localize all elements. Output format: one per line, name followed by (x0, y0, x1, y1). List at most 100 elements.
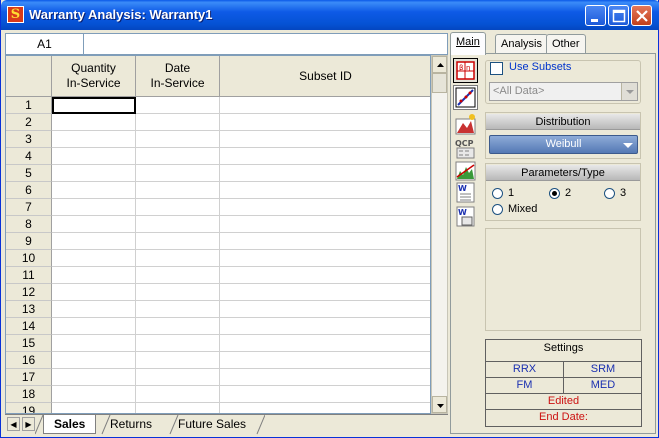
grid-cell[interactable] (136, 335, 220, 352)
grid-cell[interactable] (52, 284, 136, 301)
grid-cell[interactable] (52, 352, 136, 369)
param-radio-mixed[interactable] (492, 204, 503, 215)
selected-cell[interactable] (52, 97, 136, 114)
scroll-thumb[interactable] (432, 73, 447, 93)
grid-cell[interactable] (220, 352, 430, 369)
row-header[interactable]: 3 (6, 131, 52, 148)
row-header[interactable]: 8 (6, 216, 52, 233)
grid-cell[interactable] (220, 267, 430, 284)
grid-cell[interactable] (220, 386, 430, 403)
settings-rrx[interactable]: RRX (486, 362, 564, 377)
row-header[interactable]: 9 (6, 233, 52, 250)
param-radio-1[interactable] (492, 188, 503, 199)
column-header-subset-id[interactable]: Subset ID (220, 56, 430, 97)
grid-cell[interactable] (136, 114, 220, 131)
grid-cell[interactable] (52, 335, 136, 352)
row-header[interactable]: 2 (6, 114, 52, 131)
mountain-chart-button[interactable] (453, 112, 478, 137)
row-header[interactable]: 14 (6, 318, 52, 335)
beta-table-button[interactable]: β η (453, 58, 478, 83)
grid-cell[interactable] (220, 165, 430, 182)
tab-analysis[interactable]: Analysis (495, 34, 548, 54)
cell-reference-box[interactable]: A1 (6, 34, 84, 54)
grid-cell[interactable] (52, 199, 136, 216)
grid-cell[interactable] (220, 131, 430, 148)
grid-cell[interactable] (220, 233, 430, 250)
grid-cell[interactable] (220, 318, 430, 335)
param-radio-2[interactable] (549, 188, 560, 199)
grid-cell[interactable] (136, 182, 220, 199)
weibull-export-button[interactable]: W (453, 180, 478, 205)
grid-cell[interactable] (136, 369, 220, 386)
weibull-report-button[interactable]: W (453, 204, 478, 229)
combo-dropdown-button[interactable] (621, 83, 637, 100)
grid-cell[interactable] (136, 267, 220, 284)
grid-cell[interactable] (220, 148, 430, 165)
vertical-scrollbar[interactable] (431, 55, 448, 414)
settings-srm[interactable]: SRM (564, 362, 642, 377)
row-header[interactable]: 10 (6, 250, 52, 267)
settings-med[interactable]: MED (564, 378, 642, 393)
use-subsets-label[interactable]: Use Subsets (507, 61, 574, 73)
row-header[interactable]: 17 (6, 369, 52, 386)
row-header[interactable]: 19 (6, 403, 52, 413)
grid-cell[interactable] (220, 335, 430, 352)
grid-cell[interactable] (136, 403, 220, 413)
subset-combo[interactable]: <All Data> (489, 82, 638, 101)
grid-cell[interactable] (220, 301, 430, 318)
grid-cell[interactable] (220, 97, 430, 114)
grid-cell[interactable] (52, 233, 136, 250)
row-header[interactable]: 13 (6, 301, 52, 318)
grid-cell[interactable] (52, 318, 136, 335)
grid-cell[interactable] (52, 148, 136, 165)
grid-cell[interactable] (52, 250, 136, 267)
grid-cell[interactable] (220, 403, 430, 413)
grid-cell[interactable] (136, 386, 220, 403)
grid-cell[interactable] (136, 301, 220, 318)
grid-cell[interactable] (52, 301, 136, 318)
close-button[interactable] (631, 5, 652, 26)
app-icon[interactable]: S (7, 6, 24, 23)
row-header[interactable]: 12 (6, 284, 52, 301)
grid-cell[interactable] (220, 182, 430, 199)
grid-cell[interactable] (136, 352, 220, 369)
grid-cell[interactable] (136, 250, 220, 267)
grid-cell[interactable] (220, 199, 430, 216)
grid-cell[interactable] (52, 165, 136, 182)
minimize-button[interactable] (585, 5, 606, 26)
grid-cell[interactable] (52, 131, 136, 148)
tab-other[interactable]: Other (546, 34, 586, 54)
grid-cell[interactable] (220, 216, 430, 233)
scroll-up-button[interactable] (432, 56, 447, 73)
row-header[interactable]: 15 (6, 335, 52, 352)
grid-cell[interactable] (136, 131, 220, 148)
grid-cell[interactable] (52, 114, 136, 131)
row-header[interactable]: 5 (6, 165, 52, 182)
grid-cell[interactable] (136, 165, 220, 182)
grid-cell[interactable] (52, 267, 136, 284)
row-header[interactable]: 18 (6, 386, 52, 403)
formula-input[interactable] (85, 34, 447, 54)
row-header[interactable]: 7 (6, 199, 52, 216)
sheet-nav-prev-button[interactable]: ◀ (7, 417, 20, 431)
grid-cell[interactable] (136, 318, 220, 335)
tab-main[interactable]: Main (450, 32, 486, 55)
maximize-button[interactable] (608, 5, 629, 26)
corner-header[interactable] (6, 56, 52, 97)
column-header-date[interactable]: Date In-Service (136, 56, 220, 97)
row-header[interactable]: 16 (6, 352, 52, 369)
grid-cell[interactable] (136, 199, 220, 216)
sheet-nav-next-button[interactable]: ▶ (22, 417, 35, 431)
grid-cell[interactable] (220, 250, 430, 267)
grid-cell[interactable] (136, 216, 220, 233)
distribution-dropdown[interactable]: Weibull (489, 135, 638, 154)
grid-cell[interactable] (136, 148, 220, 165)
grid-cell[interactable] (52, 403, 136, 413)
grid-cell[interactable] (220, 284, 430, 301)
grid-cell[interactable] (52, 182, 136, 199)
row-header[interactable]: 1 (6, 97, 52, 114)
grid-cell[interactable] (52, 386, 136, 403)
title-bar[interactable]: S Warranty Analysis: Warranty1 (1, 0, 659, 30)
grid-cell[interactable] (220, 114, 430, 131)
param-radio-3[interactable] (604, 188, 615, 199)
